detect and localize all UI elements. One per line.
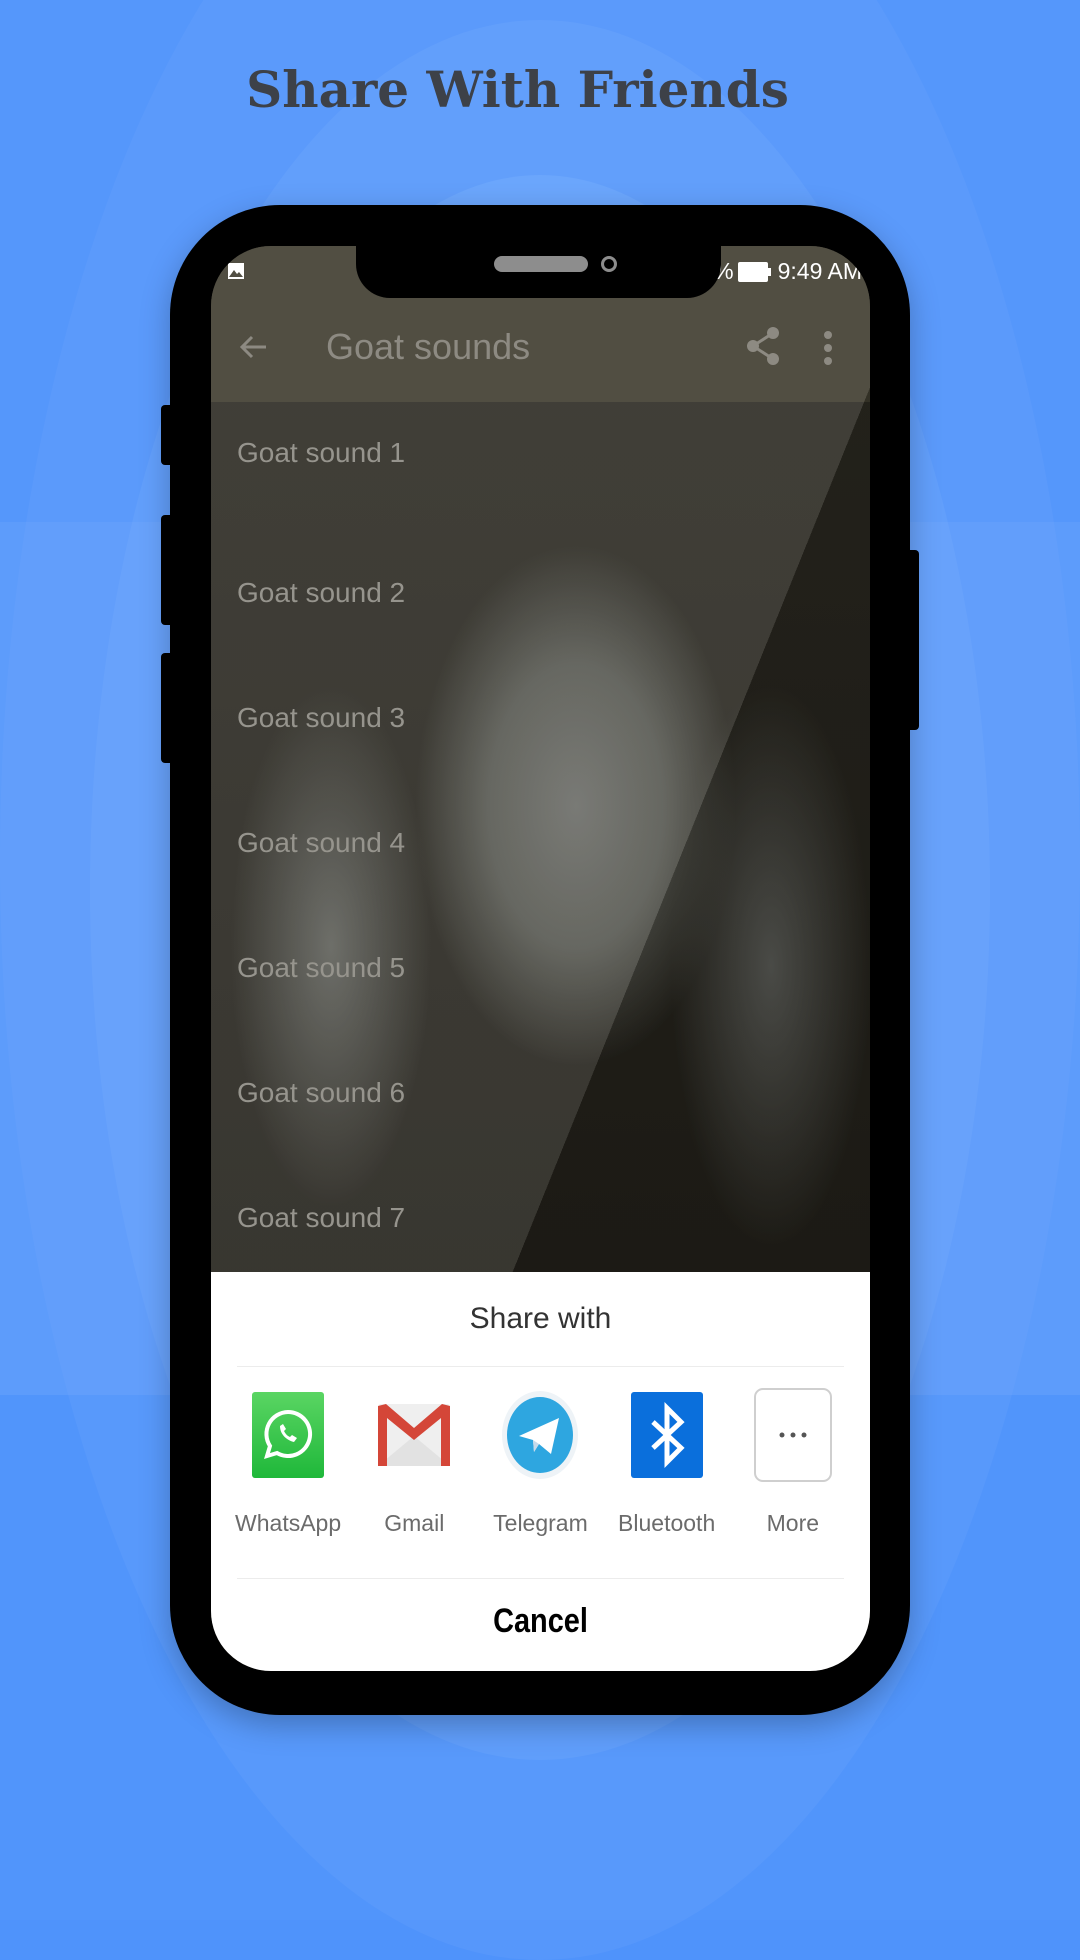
more-horiz-icon: [753, 1388, 833, 1482]
share-option-more[interactable]: More: [738, 1388, 848, 1537]
bluetooth-icon: [627, 1390, 707, 1480]
phone-notch: [356, 246, 721, 298]
phone-screen: 3% 9:49 AM Goat sounds Goat sound 1 Goat…: [211, 246, 870, 1671]
share-app-row: WhatsApp Gmail Telegram Bluetooth More: [211, 1388, 870, 1537]
share-option-label: More: [766, 1510, 820, 1536]
share-sheet: Share with WhatsApp Gmail Telegram Bluet…: [211, 1272, 870, 1671]
gmail-icon: [374, 1390, 454, 1480]
share-option-label: WhatsApp: [235, 1510, 342, 1536]
promo-headline: Share With Friends: [246, 60, 789, 119]
share-option-label: Bluetooth: [618, 1510, 716, 1536]
share-sheet-title: Share with: [469, 1302, 612, 1335]
divider: [237, 1578, 844, 1579]
share-option-telegram[interactable]: Telegram: [485, 1390, 595, 1537]
speaker-grille: [494, 256, 588, 272]
share-option-label: Telegram: [493, 1510, 588, 1536]
whatsapp-icon: [248, 1390, 328, 1480]
telegram-icon: [500, 1390, 580, 1480]
share-option-bluetooth[interactable]: Bluetooth: [612, 1390, 722, 1537]
share-option-label: Gmail: [384, 1510, 445, 1536]
divider: [237, 1366, 844, 1367]
front-camera: [601, 256, 617, 272]
share-option-gmail[interactable]: Gmail: [359, 1390, 469, 1537]
cancel-button[interactable]: Cancel: [260, 1602, 820, 1641]
share-option-whatsapp[interactable]: WhatsApp: [233, 1390, 343, 1537]
